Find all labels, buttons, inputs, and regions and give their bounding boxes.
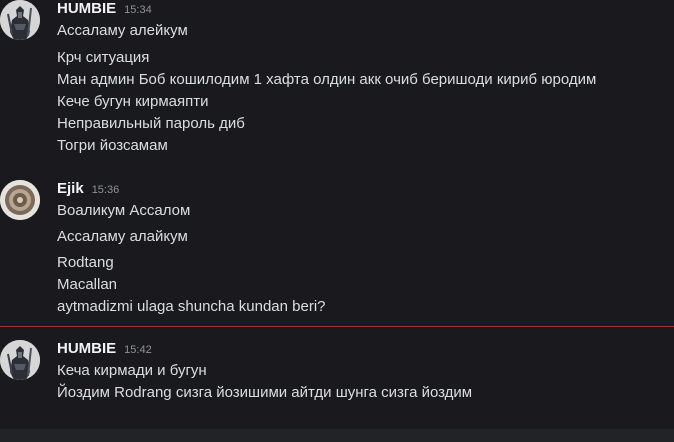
message-text: Ассаламу алейкум xyxy=(57,22,188,39)
message-group: HUMBIE 15:34 Ассаламу алейкум Крч ситуац… xyxy=(0,0,674,160)
message-text: Йоздим Rodrang сизга йозишими айтди шунг… xyxy=(57,384,473,401)
username[interactable]: HUMBIE xyxy=(57,340,116,357)
message-group: Ejik 15:36 Воаликум Ассалом Ассаламу ала… xyxy=(0,180,674,320)
message-text: Ман админ Боб кошилодим 1 хафта олдин ак… xyxy=(57,71,597,88)
message-text: Неправильный пароль диб xyxy=(57,115,245,132)
warrior-avatar-icon[interactable] xyxy=(0,340,40,380)
message-header: HUMBIE 15:34 xyxy=(57,0,152,20)
message-text: Кеча кирмади и бугун xyxy=(57,362,207,379)
message-text: aytmadizmi ulaga shuncha kundan beri? xyxy=(57,298,326,315)
message-text: Кече бугун кирмаяпти xyxy=(57,93,209,110)
chat-messages: HUMBIE 15:34 Ассаламу алейкум Крч ситуац… xyxy=(0,0,674,442)
message-text: Крч ситуация xyxy=(57,49,150,66)
message-text: Ассаламу алайкум xyxy=(57,228,188,245)
message-text: Воаликум Ассалом xyxy=(57,202,191,219)
message-header: Ejik 15:36 xyxy=(57,180,119,200)
message-text: Macallan xyxy=(57,276,118,293)
username[interactable]: Ejik xyxy=(57,180,84,197)
username[interactable]: HUMBIE xyxy=(57,0,116,17)
round-emblem-avatar-icon[interactable] xyxy=(0,180,40,220)
message-text: Тогри йозсамам xyxy=(57,137,168,154)
message-group: HUMBIE 15:42 Кеча кирмади и бугун Йоздим… xyxy=(0,340,674,410)
composer-bar[interactable] xyxy=(0,429,674,442)
new-messages-divider xyxy=(0,326,674,327)
timestamp: 15:34 xyxy=(124,4,152,16)
timestamp: 15:42 xyxy=(124,344,152,356)
message-text: Rodtang xyxy=(57,254,114,271)
warrior-avatar-icon[interactable] xyxy=(0,0,40,40)
message-header: HUMBIE 15:42 xyxy=(57,340,152,360)
timestamp: 15:36 xyxy=(91,184,120,196)
